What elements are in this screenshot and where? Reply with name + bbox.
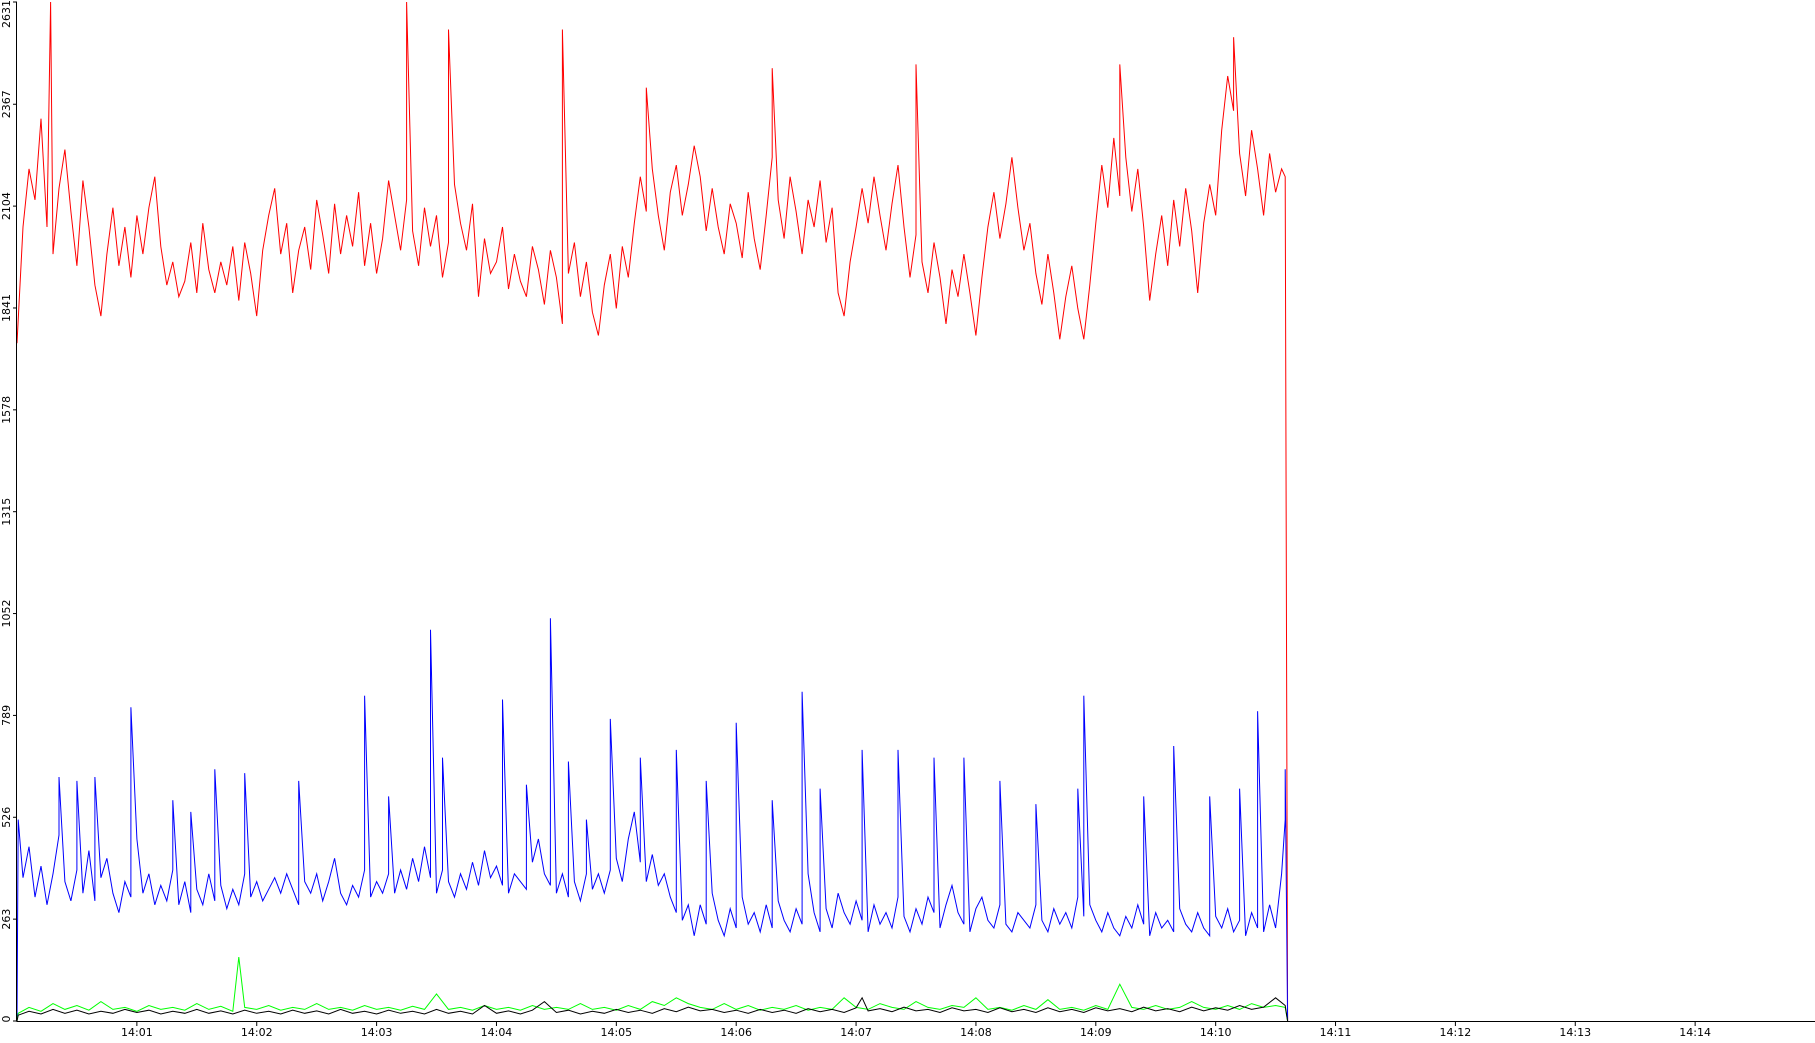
y-tick-label: 789	[0, 705, 13, 726]
x-tick-label: 14:04	[481, 1026, 513, 1039]
line-chart: 0 263 526 789 1052 1315 1578 1841 2104 2367 2631 14…	[0, 0, 1815, 1039]
x-tick-label: 14:05	[600, 1026, 632, 1039]
x-tick-label: 14:01	[121, 1026, 153, 1039]
x-tick-label: 14:12	[1440, 1026, 1472, 1039]
x-tick-label: 14:06	[720, 1026, 752, 1039]
x-tick-label: 14:08	[960, 1026, 992, 1039]
y-tick-label: 526	[0, 807, 13, 828]
x-tick-label: 14:02	[241, 1026, 273, 1039]
chart-svg: 0 263 526 789 1052 1315 1578 1841 2104 2367 2631 14…	[0, 0, 1815, 1039]
x-tick-label: 14:03	[361, 1026, 393, 1039]
y-tick-label: 2104	[0, 192, 13, 220]
x-tick-label: 14:13	[1559, 1026, 1591, 1039]
x-tick-label: 14:14	[1679, 1026, 1711, 1039]
y-tick-label: 1052	[0, 600, 13, 628]
y-tick-label: 1841	[0, 294, 13, 322]
y-tick-label: 263	[0, 909, 13, 930]
x-tick-label: 14:10	[1200, 1026, 1232, 1039]
y-tick-label: 1578	[0, 396, 13, 424]
y-tick-label: 2631	[0, 0, 13, 28]
x-tick-label: 14:11	[1320, 1026, 1352, 1039]
y-tick-label: 2367	[0, 90, 13, 118]
y-tick-label: 0	[0, 1016, 13, 1023]
y-tick-label: 1315	[0, 498, 13, 526]
x-tick-label: 14:07	[840, 1026, 872, 1039]
x-tick-label: 14:09	[1080, 1026, 1112, 1039]
